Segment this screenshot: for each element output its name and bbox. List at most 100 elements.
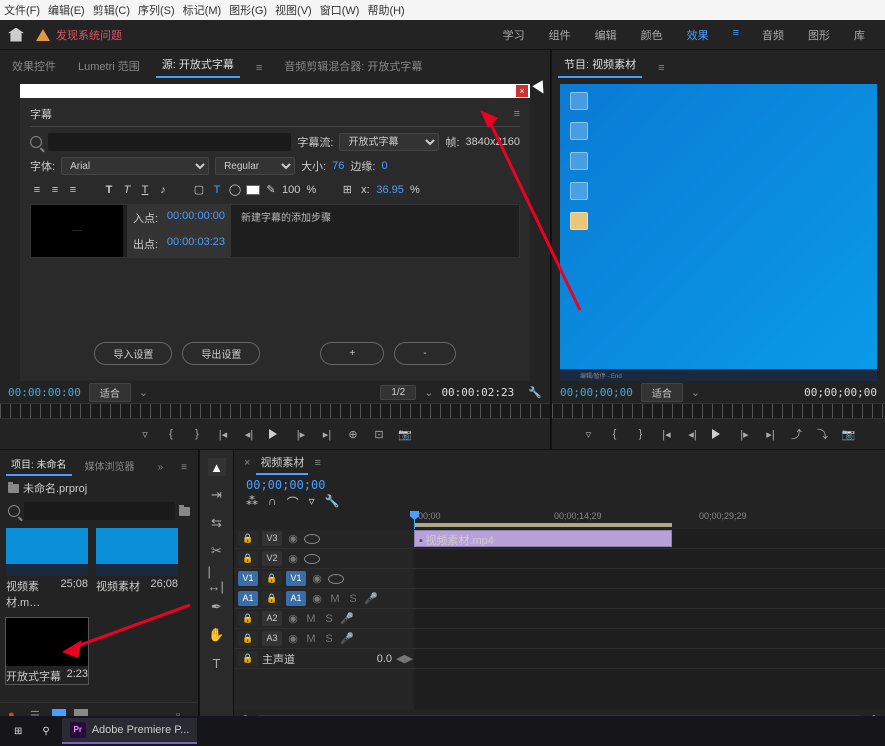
task-search-icon[interactable]: ⚲ — [34, 718, 57, 744]
track-label-v1[interactable]: V1 — [286, 571, 306, 586]
extract-icon[interactable]: ⤵ — [815, 426, 831, 442]
position-grid-icon[interactable]: ⊞ — [340, 183, 354, 196]
goto-in-icon[interactable]: |◂ — [659, 426, 675, 442]
bold-icon[interactable]: T — [102, 184, 116, 196]
step-fwd-icon[interactable]: |▸ — [293, 426, 309, 442]
project-search-input[interactable] — [24, 502, 175, 520]
menu-win[interactable]: 窗口(W) — [320, 2, 360, 18]
track-label-a2[interactable]: A2 — [262, 611, 282, 626]
step-back-icon[interactable]: ◂| — [241, 426, 257, 442]
x-value[interactable]: 36.95 — [376, 184, 404, 196]
menu-seq[interactable]: 序列(S) — [138, 2, 175, 18]
italic-icon[interactable]: T — [120, 184, 134, 196]
opacity-value[interactable]: 100 — [282, 184, 300, 196]
toggle-output-icon[interactable]: ◉ — [310, 572, 324, 585]
eye-icon[interactable] — [304, 534, 320, 544]
tab-media-browser[interactable]: 媒体浏览器 — [80, 455, 140, 476]
program-timecode-left[interactable]: 00;00;00;00 — [560, 386, 633, 399]
in-point-icon[interactable]: { — [163, 426, 179, 442]
mute-icon[interactable]: M — [304, 633, 318, 645]
eye-icon[interactable] — [304, 554, 320, 564]
step-fwd-icon[interactable]: |▸ — [737, 426, 753, 442]
marker-icon[interactable]: ▿ — [137, 426, 153, 442]
project-item[interactable]: 视频素材.m…25;08 — [6, 528, 88, 610]
tab-program[interactable]: 节目: 视频素材 — [558, 52, 642, 78]
magnet-icon[interactable]: ∩ — [268, 494, 277, 511]
export-settings-button[interactable]: 导出设置 — [182, 342, 260, 365]
track-label-a3[interactable]: A3 — [262, 631, 282, 646]
home-icon[interactable] — [8, 28, 24, 42]
ws-edit[interactable]: 编辑 — [595, 27, 617, 43]
voice-icon[interactable]: 🎤 — [340, 632, 354, 645]
close-icon[interactable]: × — [516, 85, 528, 97]
underline-icon[interactable]: T — [138, 184, 152, 196]
lock-icon[interactable]: 🔒 — [262, 591, 282, 606]
mute-icon[interactable]: M — [328, 593, 342, 605]
program-ruler[interactable] — [552, 403, 885, 419]
eyedropper-icon[interactable]: ✎ — [264, 183, 278, 196]
goto-out-icon[interactable]: ▸| — [319, 426, 335, 442]
ripple-tool-icon[interactable]: ⇆ — [208, 514, 226, 532]
edge-value[interactable]: 0 — [381, 160, 387, 172]
tab-source-caption[interactable]: 源: 开放式字幕 — [156, 52, 240, 78]
linked-sel-icon[interactable]: ⌒ — [287, 494, 299, 511]
ws-graphics[interactable]: 图形 — [808, 27, 830, 43]
selection-tool-icon[interactable]: ▲ — [208, 458, 226, 476]
settings-icon[interactable]: 🔧 — [325, 494, 340, 511]
mute-icon[interactable]: M — [304, 613, 318, 625]
menu-graph[interactable]: 图形(G) — [229, 2, 267, 18]
align-center-icon[interactable]: ≡ — [48, 184, 62, 196]
align-left-icon[interactable]: ≡ — [30, 184, 44, 196]
marker-add-icon[interactable]: ▿ — [309, 494, 315, 511]
bg-box-icon[interactable]: ▢ — [192, 183, 206, 196]
panel-overflow-icon[interactable]: » — [153, 459, 169, 476]
ws-lib[interactable]: 库 — [854, 27, 865, 43]
tab-project[interactable]: 项目: 未命名 — [6, 453, 72, 476]
wrench-icon[interactable]: 🔧 — [528, 386, 542, 399]
eye-icon[interactable] — [328, 574, 344, 584]
lock-icon[interactable]: 🔒 — [262, 571, 282, 586]
lock-icon[interactable]: 🔒 — [238, 531, 258, 546]
tab-lumetri[interactable]: Lumetri 范围 — [72, 54, 146, 78]
source-timecode-left[interactable]: 00:00:00:00 — [8, 386, 81, 399]
toggle-output-icon[interactable]: ◉ — [286, 552, 300, 565]
tab-effect-controls[interactable]: 效果控件 — [6, 54, 62, 78]
track-area[interactable]: ▪ 视频素材.mp4 — [414, 529, 885, 710]
track-label-v3[interactable]: V3 — [262, 531, 282, 546]
out-value[interactable]: 00:00:03:23 — [167, 236, 225, 252]
project-item[interactable]: 开放式字幕2:23 — [6, 618, 88, 684]
tab-sequence[interactable]: 视频素材 — [256, 451, 308, 475]
timeline-menu-icon[interactable]: ≡ — [314, 457, 320, 469]
source-zoom-fit[interactable]: 适合 — [89, 383, 131, 402]
toggle-output-icon[interactable]: ◉ — [310, 592, 324, 605]
track-label-a1[interactable]: A1 — [286, 591, 306, 606]
work-area-bar[interactable] — [414, 523, 672, 527]
start-button[interactable]: ⊞ — [6, 718, 30, 744]
program-zoom-fit[interactable]: 适合 — [641, 383, 683, 402]
lock-icon[interactable]: 🔒 — [238, 611, 258, 626]
project-item[interactable]: 视频素材26;08 — [96, 528, 178, 610]
slip-tool-icon[interactable]: |↔| — [208, 570, 226, 588]
voice-icon[interactable]: 🎤 — [364, 592, 378, 605]
stream-select[interactable]: 开放式字幕 — [339, 133, 439, 151]
toggle-output-icon[interactable]: ◉ — [286, 612, 300, 625]
toggle-output-icon[interactable]: ◉ — [286, 632, 300, 645]
lock-icon[interactable]: 🔒 — [238, 651, 258, 666]
size-value[interactable]: 76 — [332, 160, 344, 172]
taskbar-app-premiere[interactable]: Pr Adobe Premiere P... — [62, 718, 198, 744]
tab-audio-mixer[interactable]: 音频剪辑混合器: 开放式字幕 — [278, 54, 428, 78]
timeline-clip[interactable]: ▪ 视频素材.mp4 — [414, 530, 672, 547]
lift-icon[interactable]: ⤴ — [789, 426, 805, 442]
type-tool-icon[interactable]: T — [208, 654, 226, 672]
caption-text[interactable]: 新建字幕的添加步骤 — [235, 205, 519, 257]
insert-icon[interactable]: ⊕ — [345, 426, 361, 442]
ws-assembly[interactable]: 组件 — [549, 27, 571, 43]
ws-effects[interactable]: 效果 — [687, 27, 709, 43]
ws-audio[interactable]: 音频 — [762, 27, 784, 43]
music-icon[interactable]: ♪ — [156, 184, 170, 196]
program-monitor[interactable]: 编辑/暂停 - End — [560, 84, 877, 381]
ws-learn[interactable]: 学习 — [503, 27, 525, 43]
source-ruler[interactable] — [0, 403, 550, 419]
source-patch-a1[interactable]: A1 — [238, 591, 258, 606]
master-value[interactable]: 0.0 — [377, 653, 392, 665]
